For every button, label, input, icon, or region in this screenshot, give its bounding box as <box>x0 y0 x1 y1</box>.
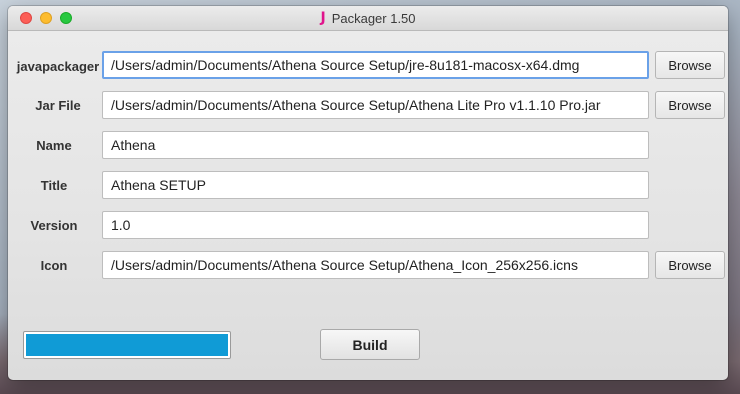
jar-file-path-input[interactable] <box>102 91 649 119</box>
progress-fill <box>26 334 228 356</box>
javapackager-label: javapackager <box>16 59 100 74</box>
name-input[interactable] <box>102 131 649 159</box>
jar-file-browse-button[interactable]: Browse <box>655 91 725 119</box>
title-input[interactable] <box>102 171 649 199</box>
version-label: Version <box>30 218 78 233</box>
jar-file-label: Jar File <box>35 98 81 113</box>
javapackager-browse-button[interactable]: Browse <box>655 51 725 79</box>
icon-path-input[interactable] <box>102 251 649 279</box>
build-progress-bar <box>23 331 231 359</box>
icon-browse-button[interactable]: Browse <box>655 251 725 279</box>
packager-window: J Packager 1.50 javapackager Browse Jar … <box>8 6 728 380</box>
app-j-icon: J <box>320 10 326 26</box>
javapackager-path-input[interactable] <box>102 51 649 79</box>
title-bar[interactable]: J Packager 1.50 <box>8 6 728 31</box>
window-title-group: J Packager 1.50 <box>8 6 728 30</box>
version-input[interactable] <box>102 211 649 239</box>
name-label: Name <box>36 138 72 153</box>
window-title: Packager 1.50 <box>331 10 416 26</box>
build-button[interactable]: Build <box>320 329 420 360</box>
icon-label: Icon <box>40 258 68 273</box>
title-label: Title <box>40 178 68 193</box>
